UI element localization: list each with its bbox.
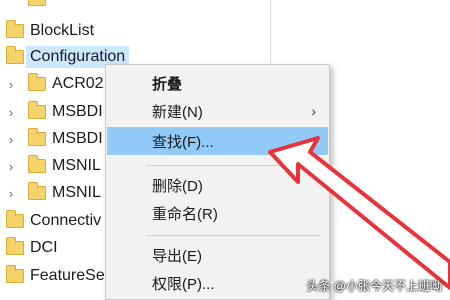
folder-icon xyxy=(6,46,24,64)
folder-icon xyxy=(6,20,24,38)
chevron-right-icon[interactable]: › xyxy=(4,126,18,152)
tree-item-featureset[interactable]: FeatureSe xyxy=(6,263,105,289)
menu-item-label: 删除(D) xyxy=(152,177,203,195)
tree-item-dci[interactable]: DCI xyxy=(6,235,58,261)
menu-item-label: 查找(F)... xyxy=(152,133,214,151)
menu-separator xyxy=(146,235,321,236)
chevron-right-icon[interactable]: › xyxy=(4,153,18,179)
menu-item-rename[interactable]: 重命名(R) xyxy=(107,199,328,227)
tree-item-label: MSBDI xyxy=(52,130,103,147)
menu-item-label: 新建(N) xyxy=(152,103,203,121)
menu-item-label: 导出(E) xyxy=(152,247,202,265)
tree-item-partial[interactable] xyxy=(28,0,52,12)
tree-item-label: BlockList xyxy=(30,22,95,39)
menu-item-label: 权限(P)... xyxy=(152,275,215,293)
tree-item-label: ACR02 xyxy=(52,75,104,92)
menu-item-label: 重命名(R) xyxy=(152,205,218,223)
folder-icon xyxy=(6,237,24,255)
tree-item-label: MSBDI xyxy=(52,103,103,120)
tree-item-msbdi-1[interactable]: MSBDI xyxy=(28,99,103,125)
tree-item-connectivity[interactable]: Connectiv xyxy=(6,208,101,234)
chevron-right-icon[interactable]: › xyxy=(4,180,18,206)
folder-icon xyxy=(28,101,46,119)
tree-item-acr02[interactable]: ACR02 xyxy=(28,71,104,97)
menu-item-collapse[interactable]: 折叠 xyxy=(107,69,328,97)
menu-item-label: 折叠 xyxy=(152,75,183,93)
watermark: 头条 @小张今天不上班呦 xyxy=(306,279,442,293)
menu-item-delete[interactable]: 删除(D) xyxy=(107,171,328,199)
menu-item-find[interactable]: 查找(F)... xyxy=(107,127,328,155)
folder-icon xyxy=(28,0,46,6)
tree-item-label: DCI xyxy=(30,239,58,256)
menu-separator xyxy=(146,165,321,166)
folder-icon xyxy=(6,265,24,283)
chevron-right-icon[interactable]: › xyxy=(4,71,18,97)
tree-item-msnil-1[interactable]: MSNIL xyxy=(28,153,101,179)
folder-icon xyxy=(28,73,46,91)
tree-item-blocklist[interactable]: BlockList xyxy=(6,18,94,44)
folder-icon xyxy=(28,155,46,173)
folder-icon xyxy=(6,210,24,228)
tree-item-msbdi-2[interactable]: MSBDI xyxy=(28,126,103,152)
menu-item-export[interactable]: 导出(E) xyxy=(107,241,328,269)
tree-item-label: FeatureSe xyxy=(30,267,105,284)
menu-item-new[interactable]: 新建(N) › xyxy=(107,97,328,125)
tree-item-label: MSNIL xyxy=(52,184,101,201)
chevron-right-icon: › xyxy=(311,103,316,119)
tree-item-label: MSNIL xyxy=(52,157,101,174)
tree-item-label: Connectiv xyxy=(30,212,102,229)
context-menu: 折叠 新建(N) › 查找(F)... 删除(D) 重命名(R) 导出(E) 权… xyxy=(105,64,330,300)
menu-item-permissions[interactable]: 权限(P)... xyxy=(107,269,328,297)
tree-item-msnil-2[interactable]: MSNIL xyxy=(28,180,101,206)
chevron-right-icon[interactable]: › xyxy=(4,99,18,125)
folder-icon xyxy=(28,182,46,200)
folder-icon xyxy=(28,128,46,146)
